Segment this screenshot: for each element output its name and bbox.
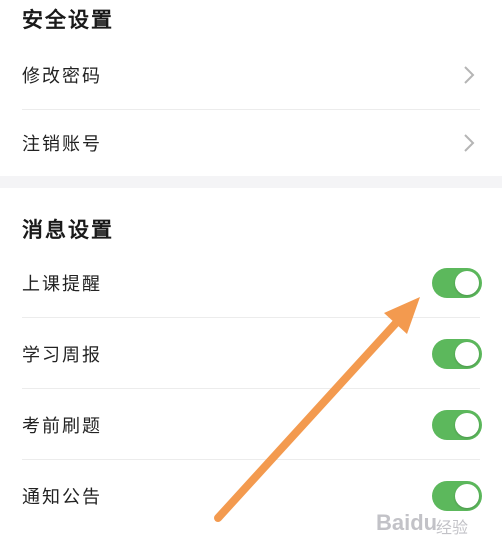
watermark-brand: Baidu [376,510,438,535]
pre-exam-practice-row: 考前刷题 [22,390,502,460]
study-weekly-report-label: 学习周报 [22,345,102,366]
class-reminder-toggle[interactable] [432,268,482,298]
study-weekly-report-row: 学习周报 [22,319,502,389]
message-settings-section: 消息设置 上课提醒 学习周报 考前刷题 通知公告 [0,188,502,546]
toggle-knob [455,271,479,295]
study-weekly-report-toggle[interactable] [432,339,482,369]
toggle-knob [455,484,479,508]
class-reminder-label: 上课提醒 [22,274,102,295]
toggle-knob [455,413,479,437]
security-settings-section: 安全设置 修改密码 注销账号 [0,0,502,176]
security-settings-title: 安全设置 [22,8,114,32]
cancel-account-row[interactable]: 注销账号 [22,108,502,178]
change-password-row[interactable]: 修改密码 [22,40,502,110]
chevron-right-icon [464,134,475,152]
pre-exam-practice-toggle[interactable] [432,410,482,440]
watermark-sub: 经验 [436,518,469,537]
chevron-right-icon [464,66,475,84]
toggle-knob [455,342,479,366]
message-settings-title: 消息设置 [22,218,114,242]
notice-announcement-label: 通知公告 [22,487,102,508]
cancel-account-label: 注销账号 [22,134,102,155]
baidu-watermark: Baidu 经验 [376,506,496,540]
change-password-label: 修改密码 [22,66,102,87]
pre-exam-practice-label: 考前刷题 [22,416,102,437]
class-reminder-row: 上课提醒 [22,248,502,318]
